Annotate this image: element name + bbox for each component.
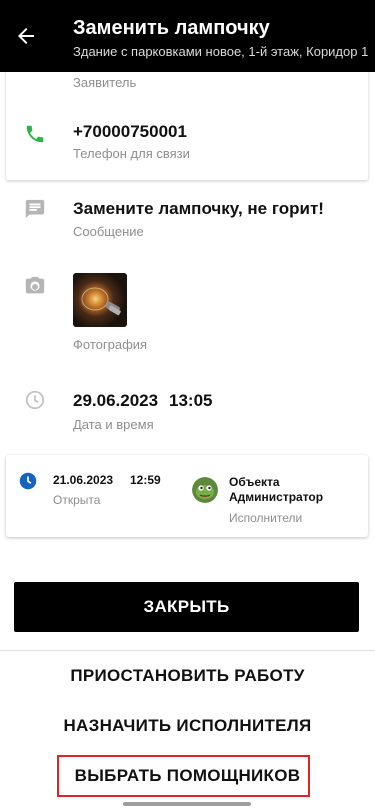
assign-executor-button[interactable]: НАЗНАЧИТЬ ИСПОЛНИТЕЛЯ: [0, 716, 375, 736]
photo-label: Фотография: [73, 337, 148, 352]
clock-status-icon: [19, 472, 37, 490]
page-title: Заменить лампочку: [73, 17, 270, 39]
message-icon: [23, 197, 47, 221]
assignee-label: Исполнители: [229, 511, 303, 525]
phone-number: +70000750001: [73, 122, 187, 141]
home-indicator[interactable]: [123, 802, 251, 806]
app-header: Заменить лампочку Здание с парковками но…: [0, 0, 375, 72]
history-date: 21.06.2023: [53, 473, 114, 487]
history-time: 12:59: [130, 473, 161, 487]
datetime-label: Дата и время: [73, 417, 154, 432]
photo-thumbnail[interactable]: [73, 273, 127, 327]
history-card[interactable]: 21.06.2023 12:59 Открыта Объекта Админис…: [6, 455, 368, 537]
arrow-left-icon: [18, 28, 34, 44]
phone-label: Телефон для связи: [73, 146, 190, 161]
date-value: 29.06.2023: [73, 391, 159, 410]
history-status: Открыта: [53, 493, 101, 507]
requester-label: Заявитель: [73, 75, 137, 90]
back-button[interactable]: [12, 22, 40, 50]
page-subtitle: Здание с парковками новое, 1-й этаж, Кор…: [73, 44, 369, 59]
divider: [0, 650, 375, 651]
assignee-name: Объекта Администратор: [229, 475, 324, 504]
close-button[interactable]: ЗАКРЫТЬ: [14, 582, 359, 632]
highlight-box: [57, 755, 310, 797]
assignee-avatar: [192, 477, 218, 503]
phone-icon[interactable]: [23, 122, 47, 146]
camera-icon: [23, 274, 47, 298]
pause-work-button[interactable]: ПРИОСТАНОВИТЬ РАБОТУ: [0, 666, 375, 686]
message-label: Сообщение: [73, 224, 144, 239]
clock-icon: [23, 388, 47, 412]
contact-card: Заявитель +70000750001 Телефон для связи: [6, 60, 368, 180]
time-value: 13:05: [169, 391, 213, 410]
message-text: Замените лампочку, не горит!: [73, 199, 324, 218]
